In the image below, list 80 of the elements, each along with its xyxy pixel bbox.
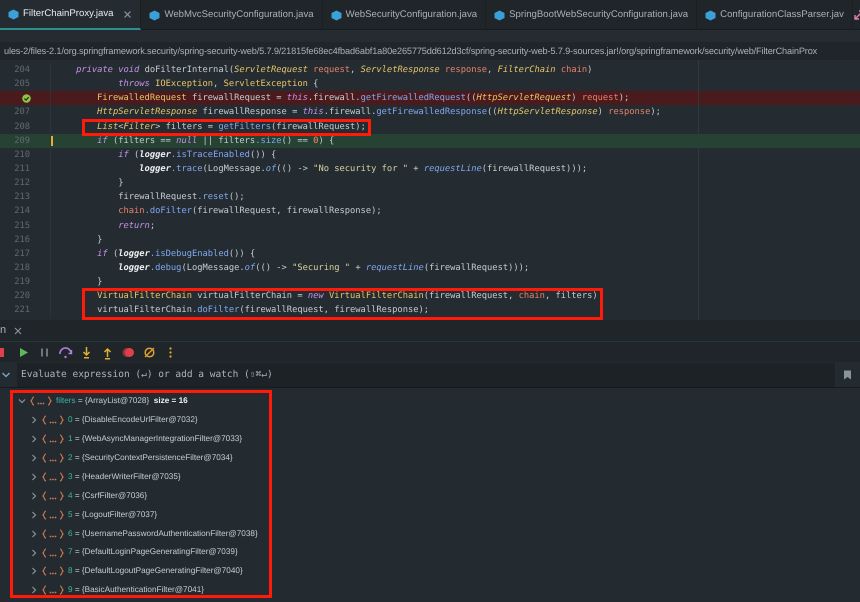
java-class-icon	[705, 10, 716, 20]
collapsed-chevron-icon[interactable]	[30, 567, 38, 576]
collapsed-chevron-icon[interactable]	[30, 435, 38, 444]
line-number: 211	[14, 162, 30, 176]
code-text: chain.doFilter(firewallRequest, firewallResponse);	[50, 204, 860, 219]
bookmark-icon[interactable]	[843, 370, 852, 380]
line-number: 214	[14, 205, 30, 218]
code-text: }	[50, 232, 860, 247]
collapsed-chevron-icon[interactable]	[30, 586, 38, 594]
variable-entry[interactable]: 8 = {DefaultLogoutPageGeneratingFilter@7040}	[68, 565, 243, 578]
code-text: }	[50, 176, 860, 190]
variable-entry[interactable]: 9 = {BasicAuthenticationFilter@7041}	[68, 584, 204, 596]
variable-entry[interactable]: 4 = {CsrfFilter@7036}	[68, 490, 148, 502]
close-icon[interactable]	[14, 326, 22, 334]
object-icon	[42, 548, 64, 558]
expanded-chevron-icon[interactable]	[18, 397, 26, 406]
variable-entry[interactable]: 3 = {HeaderWriterFilter@7035}	[68, 470, 181, 484]
object-icon	[42, 415, 64, 426]
object-icon	[42, 585, 64, 596]
object-icon	[42, 510, 64, 520]
object-icon	[30, 396, 52, 406]
code-text: FirewalledRequest firewallRequest = this.firewall.getFirewalledRequest((HttpServletRequest) request);	[50, 91, 860, 106]
code-text: VirtualFilterChain virtualFilterChain = new VirtualFilterChain(firewallRequest, chain, filters)	[50, 289, 860, 304]
collapsed-chevron-icon[interactable]	[30, 530, 38, 538]
object-icon	[42, 490, 64, 501]
line-number: 218	[14, 262, 30, 275]
code-text: if (logger.isDebugEnabled()) {	[50, 246, 860, 261]
code-text: if (filters == null || filters.size() == 0) {	[50, 134, 860, 148]
line-number: 213	[14, 191, 30, 204]
code-text: }	[50, 275, 860, 290]
object-icon	[42, 434, 64, 444]
collapsed-chevron-icon[interactable]	[30, 548, 38, 557]
collapsed-chevron-icon[interactable]	[30, 454, 38, 462]
file-path: ules-2/files-2.1/org.springframework.security/spring-security-web/5.7.9/21815fe68ec4fbad6abf1a80e265775dd612d3cf/spring-security-web-5.7.9-sources.jar!/org/springframework/security/web/FilterChainProx	[4, 46, 818, 56]
line-number: 208	[14, 120, 30, 134]
code-text: firewallRequest.reset();	[50, 190, 860, 204]
line-number: 205	[14, 78, 30, 92]
java-class-icon	[8, 8, 19, 20]
code-text: HttpServletResponse firewallResponse = this.firewall.getFirewalledResponse((HttpServletResponse) response);	[50, 105, 860, 120]
collapsed-chevron-icon[interactable]	[30, 492, 38, 500]
line-number: 212	[14, 177, 30, 190]
line-number: 217	[14, 248, 30, 261]
object-icon	[42, 453, 64, 464]
line-number: 207	[14, 106, 30, 120]
object-icon	[42, 472, 64, 482]
breakpoint-check-icon[interactable]	[22, 94, 31, 103]
close-icon[interactable]	[123, 10, 132, 18]
variable-entry[interactable]: 7 = {DefaultLoginPageGeneratingFilter@7039}	[68, 546, 238, 559]
code-text: return;	[50, 218, 860, 233]
code-text: logger.trace(LogMessage.of(() -> "No security for " + requestLine(firewallRequest)));	[50, 162, 860, 176]
variable-entry[interactable]: filters = {ArrayList@7028} size = 16	[56, 395, 188, 408]
watch-expression-field[interactable]: Evaluate expression (↵) or add a watch (⇧⌘↵)	[17, 362, 835, 386]
debug-tab[interactable]: n	[0, 322, 6, 339]
code-text: logger.debug(LogMessage.of(() -> "Securing " + requestLine(firewallRequest)));	[50, 260, 860, 276]
line-number: 209	[14, 134, 30, 148]
java-class-icon	[149, 10, 160, 20]
line-number: 216	[14, 234, 30, 247]
collapsed-chevron-icon[interactable]	[30, 510, 38, 519]
collapse-chevron-icon[interactable]	[1, 370, 11, 378]
line-number: 221	[14, 304, 30, 318]
line-number: 220	[14, 290, 30, 304]
variable-entry[interactable]: 0 = {DisableEncodeUrlFilter@7032}	[68, 414, 198, 426]
variable-entry[interactable]: 2 = {SecurityContextPersistenceFilter@7034}	[68, 452, 233, 464]
variable-entry[interactable]: 6 = {UsernamePasswordAuthenticationFilter@7038}	[68, 528, 258, 540]
object-icon	[42, 528, 64, 539]
java-class-icon	[494, 10, 506, 20]
object-icon	[42, 566, 64, 576]
code-text: virtualFilterChain.doFilter(firewallRequest, firewallResponse);	[50, 303, 860, 318]
collapsed-chevron-icon[interactable]	[30, 416, 38, 424]
collapsed-chevron-icon[interactable]	[30, 473, 38, 481]
variable-entry[interactable]: 1 = {WebAsyncManagerIntegrationFilter@7033}	[68, 433, 242, 446]
variable-entry[interactable]: 5 = {LogoutFilter@7037}	[68, 508, 158, 521]
java-class-icon	[330, 10, 342, 20]
line-number: 210	[14, 148, 30, 162]
file-tab[interactable]: FilterChainProxy.java	[0, 0, 142, 30]
code-text: private void doFilterInternal(ServletRequest request, ServletResponse response, FilterChain chain)	[50, 63, 860, 78]
line-number: 215	[14, 220, 30, 233]
code-text: if (logger.isTraceEnabled()) {	[50, 148, 860, 162]
line-number: 204	[14, 64, 30, 77]
line-number: 219	[14, 276, 30, 290]
